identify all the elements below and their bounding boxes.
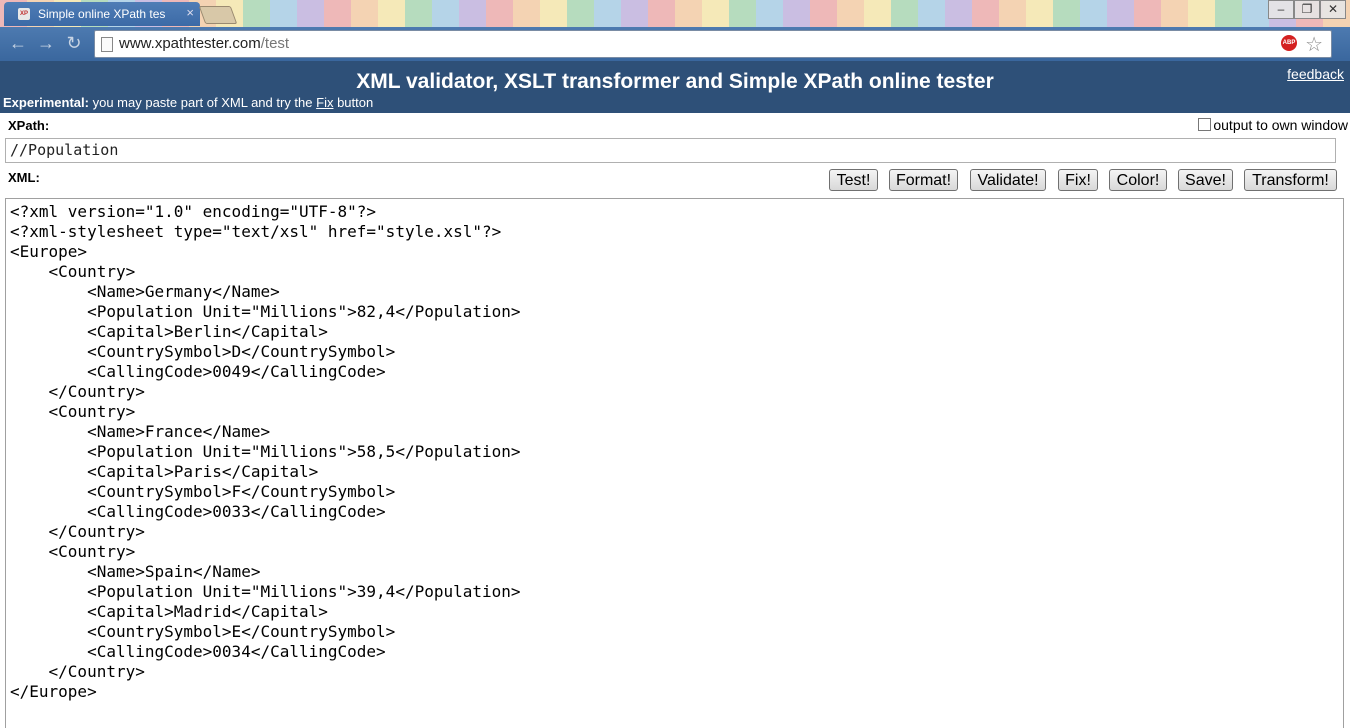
color-button[interactable]: Color!	[1109, 169, 1167, 191]
adblock-icon[interactable]: ABP	[1281, 35, 1297, 51]
xml-line: <CountrySymbol>E</CountrySymbol>	[10, 622, 396, 641]
url-path: /test	[260, 35, 290, 52]
xml-line: <Population Unit="Millions">58,5</Popula…	[10, 442, 521, 461]
address-bar[interactable]: www.xpathtester.com/test ABP ☆	[94, 30, 1332, 58]
restore-icon[interactable]: ❐	[1294, 0, 1320, 19]
transform-button[interactable]: Transform!	[1244, 169, 1337, 191]
xml-line: <CallingCode>0033</CallingCode>	[10, 502, 386, 521]
xml-line: </Country>	[10, 522, 145, 541]
own-window-label: output to own window	[1213, 117, 1348, 133]
experimental-text: you may paste part of XML and try the	[88, 95, 317, 110]
xpath-label: XPath:	[8, 118, 50, 133]
xml-line: </Country>	[10, 382, 145, 401]
xml-line: <Capital>Paris</Capital>	[10, 462, 319, 481]
xml-line: <Name>Spain</Name>	[10, 562, 261, 581]
xml-line: <CountrySymbol>F</CountrySymbol>	[10, 482, 396, 501]
xml-line: <Name>France</Name>	[10, 422, 271, 441]
xml-line: <Capital>Berlin</Capital>	[10, 322, 328, 341]
validate-button[interactable]: Validate!	[970, 169, 1046, 191]
xml-editor[interactable]: <?xml version="1.0" encoding="UTF-8"?> <…	[5, 198, 1344, 728]
bookmark-star-icon[interactable]: ☆	[1305, 32, 1323, 57]
xml-line: <Population Unit="Millions">82,4</Popula…	[10, 302, 521, 321]
xml-line: <CountrySymbol>D</CountrySymbol>	[10, 342, 396, 361]
xml-line: </Country>	[10, 662, 145, 681]
reload-icon[interactable]: ↻	[64, 33, 84, 53]
xml-label: XML:	[8, 170, 40, 185]
url-host: www.xpathtester.com	[119, 35, 261, 52]
save-button[interactable]: Save!	[1178, 169, 1233, 191]
tab-close-icon[interactable]: ×	[186, 5, 194, 20]
format-button[interactable]: Format!	[889, 169, 958, 191]
experimental-tail: button	[333, 95, 374, 110]
new-tab-button[interactable]	[198, 6, 238, 24]
window-close-icon[interactable]: ✕	[1320, 0, 1346, 19]
own-window-option[interactable]: output to own window	[1198, 117, 1348, 133]
forward-icon[interactable]: →	[36, 33, 56, 53]
own-window-checkbox[interactable]	[1198, 118, 1212, 131]
xpath-input[interactable]: //Population	[5, 138, 1336, 163]
xml-line: <?xml-stylesheet type="text/xsl" href="s…	[10, 222, 502, 241]
xml-line: <CallingCode>0034</CallingCode>	[10, 642, 386, 661]
experimental-note: Experimental: you may paste part of XML …	[3, 95, 373, 110]
browser-toolbar: ← → ↻ www.xpathtester.com/test ABP ☆	[0, 27, 1350, 61]
xml-line: <Country>	[10, 402, 136, 421]
site-header: XML validator, XSLT transformer and Simp…	[0, 61, 1350, 113]
fix-button[interactable]: Fix!	[1058, 169, 1098, 191]
page-title: XML validator, XSLT transformer and Simp…	[356, 70, 994, 93]
feedback-link[interactable]: feedback	[1287, 66, 1344, 82]
test-button[interactable]: Test!	[829, 169, 878, 191]
favicon-icon: XP	[18, 8, 30, 20]
xml-line: <Population Unit="Millions">39,4</Popula…	[10, 582, 521, 601]
xml-line: </Europe>	[10, 682, 97, 701]
minimize-icon[interactable]: –	[1268, 0, 1294, 19]
xml-line: <?xml version="1.0" encoding="UTF-8"?>	[10, 202, 377, 221]
address-url[interactable]: www.xpathtester.com/test	[119, 35, 289, 52]
xml-line: <Name>Germany</Name>	[10, 282, 280, 301]
browser-tab[interactable]: XP Simple online XPath tes ×	[4, 2, 200, 26]
fix-link[interactable]: Fix	[316, 95, 333, 110]
back-icon[interactable]: ←	[8, 33, 28, 53]
xml-line: <Europe>	[10, 242, 88, 261]
xml-line: <CallingCode>0049</CallingCode>	[10, 362, 386, 381]
tab-title: Simple online XPath tes	[38, 7, 166, 21]
xml-line: <Capital>Madrid</Capital>	[10, 602, 328, 621]
xml-line: <Country>	[10, 262, 136, 281]
page-icon	[101, 37, 113, 52]
browser-chrome: XP Simple online XPath tes × – ❐ ✕ ← → ↻…	[0, 0, 1350, 61]
xml-line: <Country>	[10, 542, 136, 561]
experimental-label: Experimental:	[3, 95, 89, 110]
